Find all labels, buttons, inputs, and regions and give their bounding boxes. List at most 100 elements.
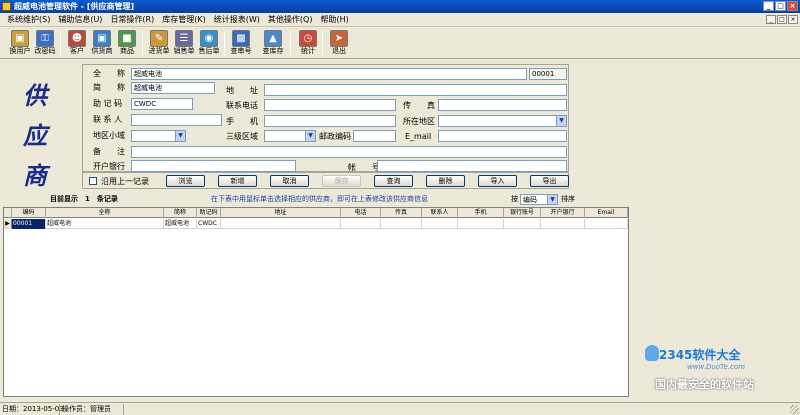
export-button[interactable]: 导出: [530, 175, 569, 187]
col-header-bank-account[interactable]: 银行账号: [504, 208, 541, 218]
chevron-down-icon: ▼: [547, 195, 557, 204]
cell-address[interactable]: [221, 219, 341, 229]
grid-hint: 在下表中用鼠标单击选择相应的供应商，即可在上表修改该供应商信息: [211, 195, 428, 203]
product-button[interactable]: ■ 商品: [115, 29, 139, 58]
col-header-email[interactable]: Email: [585, 208, 628, 218]
customer-button[interactable]: ☻ 客户: [65, 29, 89, 58]
exit-button[interactable]: ➤ 退出: [327, 29, 351, 58]
col-header-code[interactable]: 编码: [12, 208, 46, 218]
phone-field[interactable]: [264, 99, 396, 111]
chart-icon: ▲: [264, 30, 282, 47]
reuse-last-checkbox[interactable]: [89, 177, 97, 185]
sort-label: 排序: [561, 195, 575, 203]
app-icon: [2, 2, 11, 11]
zip-field[interactable]: [353, 130, 396, 142]
sort-field-dropdown[interactable]: 编码 ▼: [520, 194, 558, 205]
after-sales-button[interactable]: ◉ 售后单: [197, 29, 221, 58]
box-icon: ■: [118, 30, 136, 47]
close-button[interactable]: ×: [787, 1, 798, 11]
browse-button[interactable]: 浏览: [166, 175, 205, 187]
title-bar[interactable]: 超威电池管理软件 - [供应商管理] _ □ ×: [0, 0, 800, 13]
toolbar: ▣ 换用户 ⚿ 改密码 ☻ 客户 ▣ 供货商 ■ 商品 ✎ 进货单 ☰ 销售单 ◉ 售后单 ▩ 查…: [0, 28, 800, 59]
remark-field[interactable]: [131, 146, 567, 158]
account-field[interactable]: [377, 160, 567, 172]
menu-help[interactable]: 帮助(H): [316, 13, 352, 27]
level3-region-dropdown[interactable]: ▼: [264, 130, 316, 142]
mdi-close-button[interactable]: ×: [788, 15, 798, 24]
mobile-field[interactable]: [264, 115, 396, 127]
menu-bar: 系统维护(S) 辅助信息(U) 日常操作(R) 库存管理(K) 统计报表(W) …: [0, 13, 800, 27]
mnemonic-field[interactable]: CWDC: [131, 98, 193, 110]
supplier-code-field[interactable]: 00001: [529, 68, 567, 80]
change-password-button[interactable]: ⚿ 改密码: [33, 29, 57, 58]
status-bar: 日期：2013-05-03 操作员：管理员: [0, 402, 800, 415]
menu-other[interactable]: 其他操作(Q): [264, 13, 317, 27]
mdi-restore-button[interactable]: □: [777, 15, 787, 24]
col-header-short-name[interactable]: 简称: [164, 208, 197, 218]
purchase-order-button[interactable]: ✎ 进货单: [147, 29, 171, 58]
col-header-address[interactable]: 地址: [221, 208, 341, 218]
col-header-fax[interactable]: 传真: [381, 208, 422, 218]
menu-system[interactable]: 系统维护(S): [3, 13, 54, 27]
add-button[interactable]: 新增: [218, 175, 257, 187]
pen-icon: ✎: [150, 30, 168, 47]
zip-label: 邮政编码: [319, 132, 351, 141]
menu-daily[interactable]: 日常操作(R): [106, 13, 158, 27]
serial-lookup-button[interactable]: ▩ 查串号: [229, 29, 253, 58]
cell-mobile[interactable]: [458, 219, 504, 229]
cell-fax[interactable]: [381, 219, 422, 229]
resize-grip-icon[interactable]: [790, 405, 799, 414]
cell-mnemonic[interactable]: CWDC: [197, 219, 221, 229]
cell-email[interactable]: [585, 219, 628, 229]
query-button[interactable]: 查询: [374, 175, 413, 187]
cell-code[interactable]: 00001: [12, 219, 46, 229]
mnemonic-label: 助 记 码: [93, 99, 123, 108]
menu-inventory[interactable]: 库存管理(K): [158, 13, 210, 27]
cell-contact[interactable]: [422, 219, 458, 229]
cancel-button[interactable]: 取消: [270, 175, 309, 187]
col-header-mnemonic[interactable]: 助记码: [197, 208, 221, 218]
cell-bank-account[interactable]: [504, 219, 541, 229]
region-dropdown[interactable]: ▼: [438, 115, 567, 127]
table-row[interactable]: 00001 超威电池 超威电池 CWDC: [4, 219, 628, 229]
key-icon: ⚿: [36, 30, 54, 47]
statistics-button[interactable]: ◷ 统计: [296, 29, 320, 58]
switch-user-button[interactable]: ▣ 换用户: [8, 29, 32, 58]
watermark-site: www.DuoTe.com: [687, 363, 745, 371]
address-field[interactable]: [264, 84, 567, 96]
minimize-button[interactable]: _: [763, 1, 774, 11]
cell-phone[interactable]: [341, 219, 381, 229]
import-button[interactable]: 导入: [478, 175, 517, 187]
subregion-dropdown[interactable]: ▼: [131, 130, 186, 142]
email-field[interactable]: [438, 130, 567, 142]
menu-auxiliary[interactable]: 辅助信息(U): [54, 13, 106, 27]
short-name-field[interactable]: 超威电池: [131, 82, 215, 94]
sales-order-button[interactable]: ☰ 销售单: [172, 29, 196, 58]
col-header-phone[interactable]: 电话: [341, 208, 381, 218]
maximize-button[interactable]: □: [775, 1, 786, 11]
delete-button[interactable]: 删除: [426, 175, 465, 187]
cell-bank[interactable]: [541, 219, 585, 229]
col-header-full-name[interactable]: 全称: [46, 208, 164, 218]
menu-reports[interactable]: 统计报表(W): [210, 13, 264, 27]
bank-field[interactable]: [131, 160, 296, 172]
mdi-minimize-button[interactable]: _: [766, 15, 776, 24]
save-button[interactable]: 保存: [322, 175, 361, 187]
fax-label: 传 真: [403, 101, 435, 110]
col-header-contact[interactable]: 联系人: [422, 208, 458, 218]
supplier-button[interactable]: ▣ 供货商: [90, 29, 114, 58]
col-header-mobile[interactable]: 手机: [458, 208, 504, 218]
mobile-label: 手 机: [226, 117, 258, 126]
stock-lookup-button[interactable]: ▲ 查库存: [261, 29, 285, 58]
level3-region-label: 三级区域: [226, 132, 258, 141]
cell-full-name[interactable]: 超威电池: [46, 219, 164, 229]
clock-icon: ◷: [299, 30, 317, 47]
subregion-label: 地区小域: [93, 131, 125, 140]
full-name-field[interactable]: 超威电池: [131, 68, 527, 80]
app-window: 超威电池管理软件 - [供应商管理] _ □ × 系统维护(S) 辅助信息(U)…: [0, 0, 800, 415]
fax-field[interactable]: [438, 99, 567, 111]
contact-field[interactable]: [131, 114, 222, 126]
exit-icon: ➤: [330, 30, 348, 47]
col-header-bank[interactable]: 开户银行: [541, 208, 585, 218]
cell-short-name[interactable]: 超威电池: [164, 219, 197, 229]
